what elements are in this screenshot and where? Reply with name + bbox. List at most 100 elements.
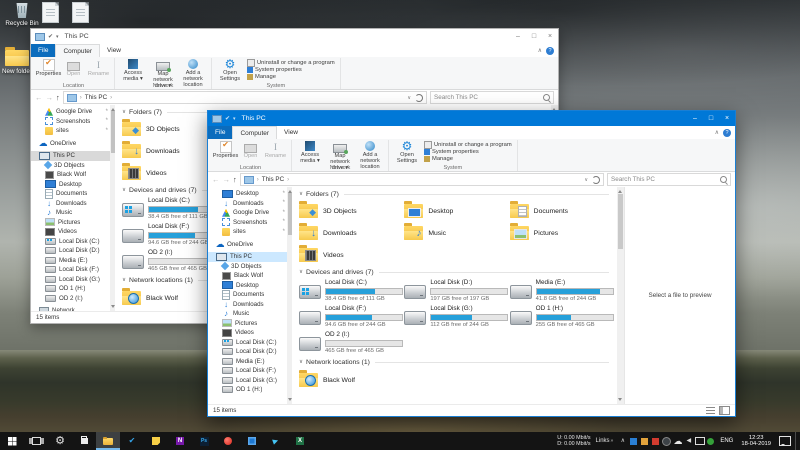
drive-item[interactable]: Local Disk (D:) 197 GB free of 197 GB — [404, 278, 509, 304]
add-network-location-button[interactable]: Add a network location — [355, 140, 385, 164]
desktop-icon-file-2[interactable] — [72, 2, 89, 23]
tab-file[interactable]: File — [31, 44, 55, 57]
folder-item[interactable]: Documents — [510, 200, 615, 222]
sidebar-item[interactable]: Screenshots * — [31, 117, 115, 127]
system-properties-button[interactable]: System properties — [424, 149, 512, 155]
drive-item[interactable]: OD 2 (I:) 465 GB free of 465 GB — [299, 330, 404, 356]
network-section-header[interactable]: ∨ Network locations (1) — [299, 356, 609, 368]
sidebar-scrollbar[interactable] — [110, 105, 115, 311]
open-button[interactable]: Open — [238, 140, 263, 164]
map-network-drive-button[interactable]: Map network drive ▾ — [325, 140, 355, 164]
manage-button[interactable]: Manage — [424, 156, 512, 162]
minimize-button[interactable]: – — [510, 29, 526, 44]
back-button[interactable]: ← — [35, 94, 43, 102]
photos-app[interactable] — [240, 432, 264, 450]
volume-icon[interactable]: ◀ — [683, 432, 694, 450]
rename-button[interactable]: I Rename — [263, 140, 288, 164]
content-scrollbar[interactable] — [617, 187, 624, 404]
close-button[interactable]: × — [542, 29, 558, 44]
start-button[interactable] — [0, 432, 24, 450]
search-input[interactable]: Search This PC — [430, 91, 554, 104]
folder-item[interactable]: Music — [404, 222, 509, 244]
details-view-toggle-icon[interactable] — [706, 407, 715, 414]
search-input[interactable]: Search This PC — [607, 173, 731, 186]
help-icon[interactable]: ? — [723, 129, 731, 137]
excel-app[interactable]: X — [288, 432, 312, 450]
desktop-icon-recycle-bin[interactable]: Recycle Bin — [4, 3, 40, 27]
folder-item[interactable]: Videos — [299, 244, 404, 266]
drive-item[interactable]: Media (E:) 41.8 GB free of 244 GB — [510, 278, 615, 304]
sidebar-item[interactable]: Pictures — [208, 319, 292, 329]
open-settings-button[interactable]: ⚙ Open Settings — [215, 58, 245, 82]
properties-button[interactable]: ✔ Properties — [36, 58, 61, 82]
access-media-button[interactable]: Access media ▾ — [118, 58, 148, 82]
sidebar-item[interactable]: Local Disk (F:) — [31, 265, 115, 275]
checkmark-app[interactable]: ✔ — [120, 432, 144, 450]
red-circle-app[interactable] — [216, 432, 240, 450]
network-location-item[interactable]: Black Wolf — [299, 368, 404, 392]
photoshop-app[interactable]: Ps — [192, 432, 216, 450]
sidebar-item[interactable]: sites * — [208, 227, 292, 237]
close-button[interactable]: × — [719, 111, 735, 126]
sidebar-item[interactable]: Videos — [31, 227, 115, 237]
manage-button[interactable]: Manage — [247, 74, 335, 80]
map-network-drive-button[interactable]: Map network drive ▾ — [148, 58, 178, 82]
messaging-app[interactable]: ▶ — [264, 432, 288, 450]
maximize-button[interactable]: □ — [526, 29, 542, 44]
breadcrumb-path[interactable]: This PC — [85, 94, 107, 101]
address-dropdown-icon[interactable]: ∨ — [407, 95, 411, 101]
sidebar-item[interactable]: OD 1 (H:) — [31, 284, 115, 294]
sidebar-item[interactable]: Black Wolf — [31, 170, 115, 180]
folder-item[interactable]: Pictures — [510, 222, 615, 244]
open-button[interactable]: Open — [61, 58, 86, 82]
folder-item[interactable]: 3D Objects — [299, 200, 404, 222]
system-properties-button[interactable]: System properties — [247, 67, 335, 73]
sidebar-item[interactable]: OD 2 (I:) — [31, 294, 115, 304]
tab-computer[interactable]: Computer — [55, 44, 100, 57]
onenote-app[interactable]: N — [168, 432, 192, 450]
tray-app-orange[interactable] — [639, 432, 650, 450]
open-settings-button[interactable]: ⚙ Open Settings — [392, 140, 422, 164]
rename-button[interactable]: I Rename — [86, 58, 111, 82]
language-indicator[interactable]: ENG — [720, 438, 733, 444]
forward-button[interactable]: → — [46, 94, 54, 102]
sidebar-item[interactable]: OneDrive — [208, 240, 292, 250]
forward-button[interactable]: → — [223, 176, 231, 184]
action-center-icon[interactable] — [779, 436, 791, 446]
maximize-button[interactable]: □ — [703, 111, 719, 126]
qat-dropdown-icon[interactable]: ▾ — [233, 116, 236, 122]
sidebar-item[interactable]: Media (E:) — [208, 357, 292, 367]
sidebar-item[interactable]: Videos — [208, 328, 292, 338]
collapse-ribbon-icon[interactable]: ∧ — [538, 47, 542, 54]
sidebar-item[interactable]: Black Wolf — [208, 271, 292, 281]
add-network-location-button[interactable]: Add a network location — [178, 58, 208, 82]
tab-computer[interactable]: Computer — [232, 126, 277, 139]
properties-qat-icon[interactable]: ✔ — [48, 33, 53, 40]
drive-item[interactable]: Local Disk (G:) 112 GB free of 244 GB — [404, 304, 509, 330]
sidebar-item[interactable]: This PC — [208, 252, 292, 262]
sidebar-item[interactable]: Documents — [208, 290, 292, 300]
sidebar-item[interactable]: Downloads — [31, 199, 115, 209]
sidebar-item[interactable]: Network — [31, 306, 115, 311]
sidebar-item[interactable]: sites * — [31, 126, 115, 136]
quick-access-toolbar[interactable]: ✔ ▾ — [35, 33, 59, 41]
sidebar-item[interactable]: Local Disk (C:) — [31, 237, 115, 247]
sidebar-item[interactable]: Music — [31, 208, 115, 218]
defender-icon[interactable] — [661, 432, 672, 450]
explorer-window-front[interactable]: ✔ ▾ This PC – □ × File Computer View ∧ ?… — [207, 110, 736, 417]
sidebar-scrollbar[interactable] — [287, 187, 292, 404]
tray-app-blue[interactable] — [628, 432, 639, 450]
refresh-icon[interactable] — [415, 94, 423, 102]
file-explorer-app[interactable] — [96, 432, 120, 450]
sidebar-item[interactable]: Documents — [31, 189, 115, 199]
drive-item[interactable]: OD 1 (H:) 255 GB free of 465 GB — [510, 304, 615, 330]
access-media-button[interactable]: Access media ▾ — [295, 140, 325, 164]
uninstall-button[interactable]: Uninstall or change a program — [247, 59, 335, 66]
sidebar-item[interactable]: Downloads * — [208, 199, 292, 209]
sidebar-item[interactable]: Local Disk (D:) — [208, 347, 292, 357]
breadcrumb[interactable]: › This PC › ∨ — [240, 173, 604, 186]
links-toolbar[interactable]: Links » — [596, 438, 614, 444]
address-dropdown-icon[interactable]: ∨ — [584, 177, 588, 183]
tab-view[interactable]: View — [100, 44, 128, 57]
tray-app-red[interactable] — [650, 432, 661, 450]
